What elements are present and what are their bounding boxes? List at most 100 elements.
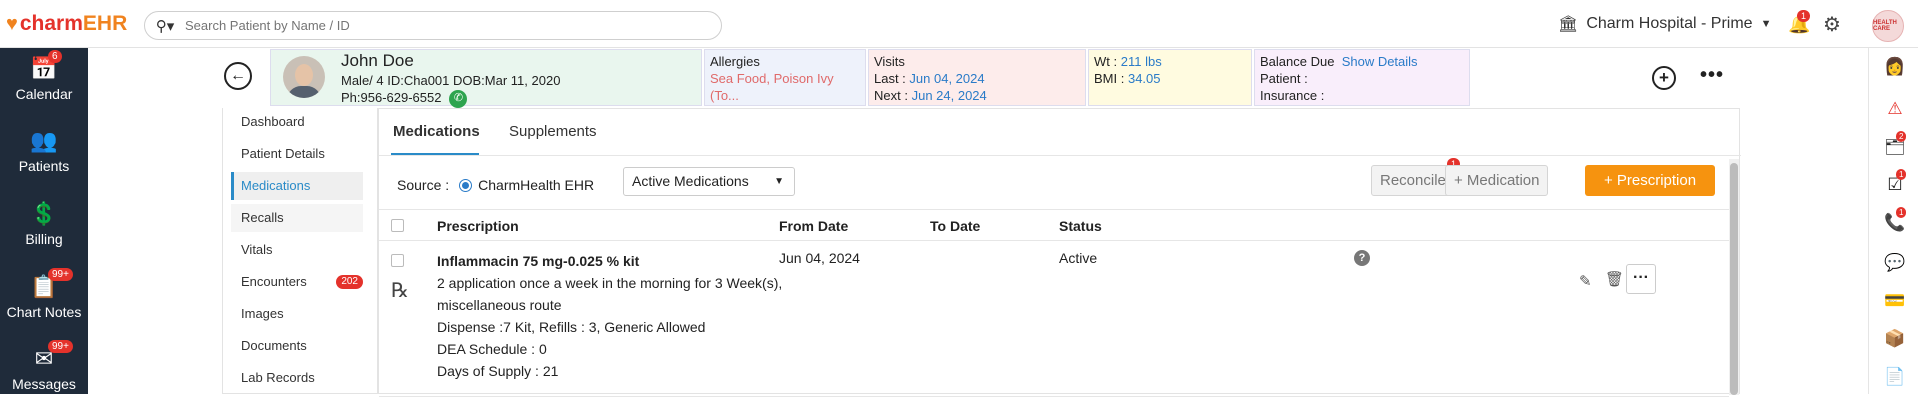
patient-demographics: Male/ 4 ID:Cha001 DOB:Mar 11, 2020 [341, 73, 561, 88]
balance-insurance-label: Insurance : [1260, 88, 1325, 103]
add-circle-icon[interactable]: + [1652, 66, 1676, 90]
rx-icon: ℞ [391, 278, 409, 302]
next-visit-label: Next : [874, 88, 908, 103]
help-icon[interactable]: ? [1354, 250, 1370, 266]
document-icon[interactable]: 📄 [1884, 366, 1906, 388]
charmehr-logo[interactable]: ♥ charm EHR [6, 12, 127, 36]
show-details-link[interactable]: Show Details [1342, 54, 1418, 69]
patients-icon: 👥 [0, 128, 88, 154]
main-sidebar: 📅 6 Calendar 👥 Patients 💲 Billing 📋 99+ Ch… [0, 48, 88, 394]
call-phone-icon[interactable]: ✆ [449, 89, 468, 108]
row-checkbox[interactable] [391, 254, 404, 267]
last-visit-label: Last : [874, 71, 906, 86]
card-icon[interactable]: 💳 [1884, 290, 1906, 312]
supply-line: Days of Supply : 21 [437, 363, 559, 379]
scrollbar[interactable] [1729, 159, 1739, 395]
last-visit-date[interactable]: Jun 04, 2024 [909, 71, 984, 86]
logo-text-ehr: EHR [82, 12, 128, 35]
trash-icon[interactable]: 🗑 [1605, 270, 1624, 288]
patient-search[interactable]: ⚲▾ [144, 11, 722, 40]
checklist-icon[interactable]: ☑ 1 [1884, 169, 1907, 196]
tasks-icon[interactable]: 🗂 2 [1884, 131, 1907, 158]
notifications-bell-icon[interactable]: 🔔 1 [1788, 10, 1810, 35]
nav-patients[interactable]: 👥 Patients [0, 128, 88, 174]
source-label: Source : [397, 177, 450, 193]
search-icon[interactable]: ⚲▾ [145, 17, 185, 35]
user-avatar-icon[interactable]: 👩 [1884, 56, 1906, 78]
practice-avatar[interactable]: HEALTH CARE [1872, 10, 1904, 42]
patient-photo [283, 56, 325, 98]
rb-glyph: ⚠ [1887, 99, 1903, 118]
logo-text-charm: charm [19, 12, 83, 35]
balance-patient-label: Patient : [1260, 71, 1308, 86]
menu-item-dashboard[interactable]: Dashboard [231, 108, 363, 136]
patient-name[interactable]: John Doe [341, 52, 414, 69]
allergies-value: Sea Food, Poison Ivy (To... [710, 71, 834, 103]
source-value[interactable]: CharmHealth EHR [478, 177, 594, 193]
allergies-label: Allergies [710, 54, 760, 69]
menu-item-encounters[interactable]: Encounters 202 [231, 268, 363, 296]
utility-sidebar: 👩 ⚠ 🗂 2 ☑ 1 📞 1 💬 💳 📦 📄 [1868, 48, 1918, 394]
search-input[interactable] [185, 18, 705, 33]
patient-card[interactable]: John Doe Male/ 4 ID:Cha001 DOB:Mar 11, 2… [270, 49, 702, 108]
route-line: miscellaneous route [437, 297, 562, 313]
source-row: Source : CharmHealth EHR [397, 177, 594, 193]
patient-phone-row: Ph:956-629-6552 ✆ [341, 89, 468, 108]
select-all-checkbox[interactable] [391, 219, 404, 232]
menu-item-patient-details[interactable]: Patient Details [231, 140, 363, 168]
table-header: Prescription From Date To Date Status [379, 209, 1729, 241]
col-from-date: From Date [779, 218, 849, 234]
visits-label: Visits [874, 54, 905, 69]
weight-row: Wt : 211 lbs [1094, 53, 1246, 70]
visits-card[interactable]: Visits Last : Jun 04, 2024 Next : Jun 24… [868, 49, 1086, 106]
building-icon: 🏛 [1558, 16, 1579, 33]
back-arrow-icon[interactable]: ← [224, 62, 252, 90]
row-more-options-button[interactable]: ··· [1626, 264, 1656, 294]
billing-icon: 💲 [0, 201, 88, 227]
next-visit-date[interactable]: Jun 24, 2024 [912, 88, 987, 103]
source-radio[interactable] [459, 178, 473, 192]
allergies-card[interactable]: Allergies Sea Food, Poison Ivy (To... [704, 49, 866, 106]
calendar-badge: 6 [48, 50, 62, 63]
messages-icon: ✉ 99+ [0, 340, 88, 372]
reconcile-button[interactable]: Reconcile [1371, 165, 1455, 196]
alert-icon[interactable]: ⚠ [1884, 98, 1906, 120]
sig-line: 2 application once a week in the morning… [437, 275, 783, 291]
rb-glyph: 💬 [1884, 253, 1906, 272]
nav-chart-notes[interactable]: 📋 99+ Chart Notes [0, 268, 88, 320]
weight-value: 211 lbs [1120, 54, 1162, 69]
menu-item-documents[interactable]: Documents [231, 332, 363, 360]
nav-label: Messages [12, 376, 76, 392]
edit-pencil-icon[interactable]: ✎ [1579, 272, 1592, 290]
nav-billing[interactable]: 💲 Billing [0, 201, 88, 247]
more-options-icon[interactable]: ••• [1700, 64, 1724, 87]
nav-messages[interactable]: ✉ 99+ Messages [0, 340, 88, 392]
add-medication-button[interactable]: + Medication [1445, 165, 1549, 196]
menu-item-vitals[interactable]: Vitals [231, 236, 363, 264]
phone-icon[interactable]: 📞 1 [1884, 207, 1907, 234]
menu-item-recalls[interactable]: Recalls [231, 204, 363, 232]
status-value: Active [1059, 250, 1098, 266]
package-icon[interactable]: 📦 [1884, 328, 1906, 350]
medication-filter-select[interactable]: Active Medications ▼ [623, 167, 795, 196]
balance-card: Balance Due Show Details Patient : Insur… [1254, 49, 1470, 106]
add-prescription-button[interactable]: + Prescription [1585, 165, 1715, 196]
tab-supplements[interactable]: Supplements [509, 123, 597, 140]
last-visit-row: Last : Jun 04, 2024 [874, 70, 1080, 87]
vitals-card[interactable]: Wt : 211 lbs BMI : 34.05 [1088, 49, 1252, 106]
table-row[interactable]: ℞ Inflammacin 75 mg-0.025 % kit 2 applic… [379, 242, 1729, 397]
menu-item-images[interactable]: Images [231, 300, 363, 328]
rb-glyph: 👩 [1884, 57, 1906, 76]
drug-name[interactable]: Inflammacin 75 mg-0.025 % kit [437, 250, 782, 272]
menu-label: Encounters [241, 274, 307, 289]
menu-item-lab-records[interactable]: Lab Records [231, 364, 363, 392]
notifications-badge: 1 [1797, 10, 1811, 22]
menu-item-medications[interactable]: Medications [231, 172, 363, 200]
hospital-selector[interactable]: 🏛 Charm Hospital - Prime ▼ [1558, 14, 1771, 34]
nav-calendar[interactable]: 📅 6 Calendar [0, 50, 88, 102]
patients-glyph: 👥 [30, 128, 58, 153]
scrollbar-thumb[interactable] [1730, 163, 1738, 395]
tab-medications[interactable]: Medications [393, 123, 480, 140]
gear-icon[interactable]: ⚙ [1823, 12, 1841, 37]
chat-icon[interactable]: 💬 [1884, 252, 1906, 274]
